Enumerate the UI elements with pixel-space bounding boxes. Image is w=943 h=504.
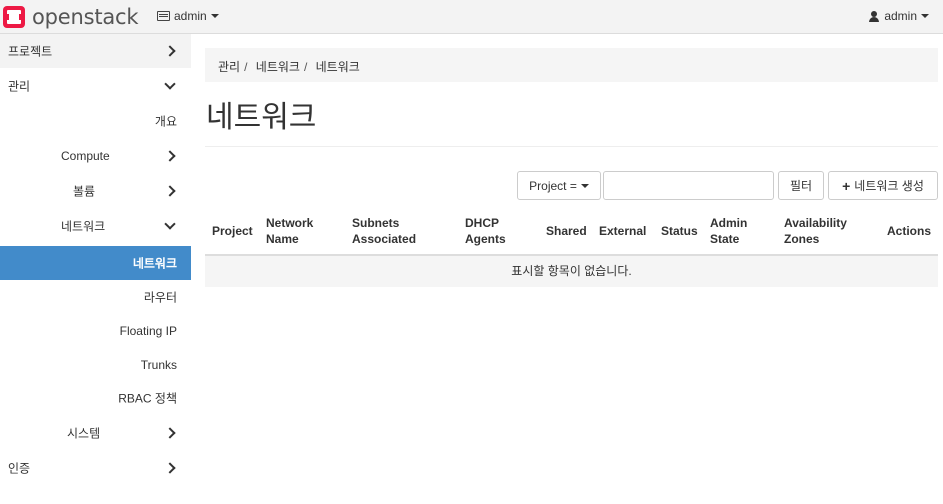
- chevron-right-icon: [164, 462, 176, 474]
- sidebar-item-label: 볼륨: [73, 184, 96, 199]
- sidebar-item-rbac-policy[interactable]: RBAC 정책: [0, 381, 191, 415]
- chevron-right-icon: [164, 185, 176, 197]
- filter-button[interactable]: 필터: [778, 171, 824, 200]
- caret-down-icon: [210, 14, 219, 18]
- sidebar-item-admin[interactable]: 관리: [0, 69, 191, 103]
- sidebar-item-identity[interactable]: 인증: [0, 451, 191, 485]
- column-header-external[interactable]: External: [599, 223, 646, 239]
- sidebar-item-floating-ip[interactable]: Floating IP: [0, 314, 191, 348]
- project-dropdown-label: admin: [174, 9, 207, 23]
- breadcrumb: 관리 / 네트워크 / 네트워크: [205, 48, 938, 82]
- top-navbar: openstack admin admin: [0, 0, 943, 34]
- sidebar-item-label: Floating IP: [119, 324, 177, 338]
- column-header-status[interactable]: Status: [661, 223, 698, 239]
- project-list-icon: [157, 11, 170, 21]
- sidebar-item-label: 개요: [154, 114, 177, 129]
- sidebar-item-volume[interactable]: 볼륨: [0, 174, 191, 208]
- sidebar-item-label: 네트워크: [61, 219, 106, 234]
- sidebar-item-label: 관리: [8, 79, 31, 94]
- chevron-right-icon: [164, 45, 176, 57]
- sidebar-item-network-group[interactable]: 네트워크: [0, 209, 191, 243]
- table-header: Project Network Name Subnets Associated DH…: [205, 206, 938, 256]
- column-header-network-name[interactable]: Network Name: [266, 215, 313, 247]
- project-dropdown[interactable]: admin: [157, 9, 219, 23]
- empty-table-message: 표시할 항목이 없습니다.: [205, 256, 938, 287]
- column-header-admin-state[interactable]: Admin State: [710, 215, 747, 247]
- breadcrumb-item[interactable]: 네트워크: [256, 60, 300, 74]
- sidebar-item-label: 라우터: [143, 290, 177, 305]
- sidebar-item-label: 네트워크: [132, 256, 177, 271]
- divider: [205, 146, 938, 147]
- column-header-availability-zones[interactable]: Availability Zones: [784, 215, 847, 247]
- sidebar-item-trunks[interactable]: Trunks: [0, 348, 191, 382]
- filter-field-label: Project =: [529, 178, 577, 193]
- sidebar-item-project[interactable]: 프로젝트: [0, 34, 191, 68]
- sidebar-item-routers[interactable]: 라우터: [0, 280, 191, 314]
- filter-select-group: Project =: [517, 171, 601, 200]
- brand-text: openstack: [32, 5, 139, 29]
- user-dropdown[interactable]: admin: [869, 9, 929, 23]
- brand[interactable]: openstack: [2, 4, 139, 30]
- breadcrumb-item-current: 네트워크: [315, 60, 360, 74]
- column-header-subnets[interactable]: Subnets Associated: [352, 215, 416, 247]
- page-title: 네트워크: [206, 101, 317, 134]
- column-header-actions: Actions: [887, 224, 932, 238]
- breadcrumb-item[interactable]: 관리: [218, 60, 240, 74]
- column-header-project[interactable]: Project: [212, 223, 253, 239]
- create-network-button[interactable]: + 네트워크 생성: [828, 171, 938, 200]
- sidebar-item-label: 인증: [8, 461, 31, 476]
- sidebar-item-compute[interactable]: Compute: [0, 139, 191, 173]
- user-icon: [869, 10, 880, 22]
- chevron-down-icon: [164, 218, 176, 230]
- chevron-right-icon: [164, 150, 176, 162]
- filter-field-select[interactable]: Project =: [517, 171, 601, 200]
- sidebar: 프로젝트 관리 개요 Compute 볼륨 네트워크 네트워크 라우터 Floa…: [0, 34, 191, 504]
- sidebar-item-overview[interactable]: 개요: [0, 104, 191, 138]
- caret-down-icon: [921, 14, 929, 18]
- sidebar-item-label: 프로젝트: [8, 44, 53, 59]
- filter-input[interactable]: [603, 171, 774, 200]
- column-header-dhcp-agents[interactable]: DHCP Agents: [465, 215, 506, 247]
- chevron-right-icon: [164, 427, 176, 439]
- sidebar-item-label: Trunks: [140, 358, 177, 372]
- openstack-logo-icon: [3, 6, 25, 28]
- chevron-down-icon: [164, 78, 176, 90]
- sidebar-item-label: 시스템: [67, 426, 101, 441]
- plus-icon: +: [842, 177, 851, 194]
- sidebar-item-networks[interactable]: 네트워크: [0, 246, 191, 280]
- create-network-label: 네트워크 생성: [854, 179, 924, 193]
- sidebar-item-label: Compute: [61, 149, 110, 163]
- sidebar-item-label: RBAC 정책: [118, 391, 177, 406]
- column-header-shared[interactable]: Shared: [546, 223, 587, 239]
- sidebar-item-system[interactable]: 시스템: [0, 416, 191, 450]
- user-dropdown-label: admin: [884, 9, 917, 23]
- caret-down-icon: [580, 183, 589, 188]
